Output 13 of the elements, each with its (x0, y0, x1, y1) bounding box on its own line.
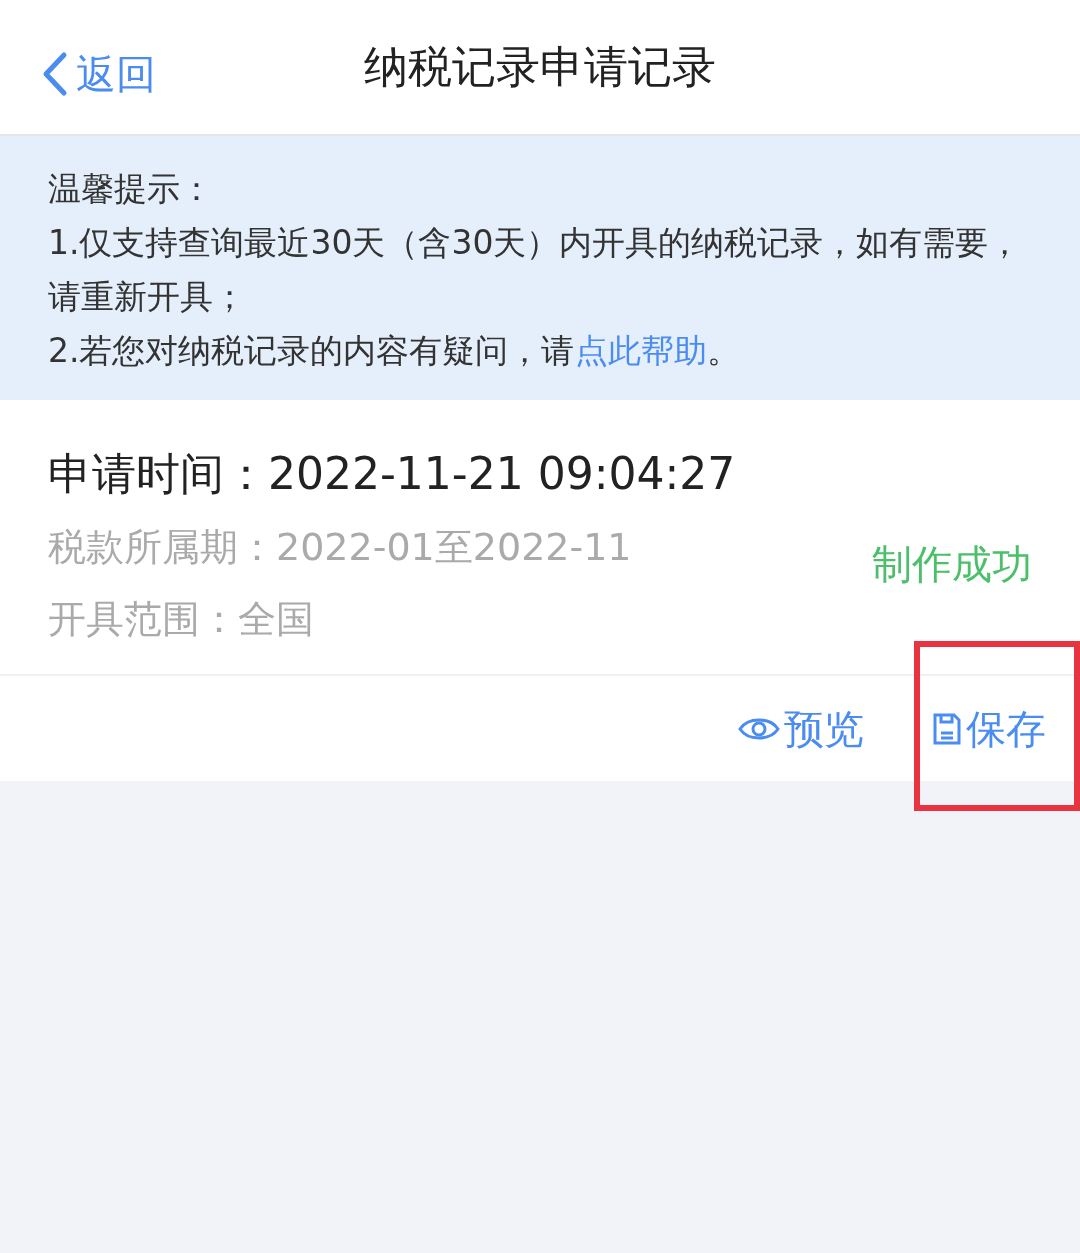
notice-text: 1.仅支持查询最近30天（含30天）内开具的纳税记录，如有需要，请重新开具； (48, 222, 1023, 318)
tax-period: 税款所属期：2022-01至2022-11 (48, 524, 633, 571)
page-title: 纳税记录申请记录 (364, 40, 716, 94)
issue-scope: 开具范围：全国 (48, 596, 315, 643)
save-button[interactable]: 保存 (932, 698, 1046, 759)
help-link[interactable]: 点此帮助 (574, 331, 707, 370)
notice-heading: 温馨提示： (48, 168, 214, 210)
request-time: 申请时间：2022-11-21 09:04:27 (48, 447, 736, 501)
notice-text: 2.若您对纳税记录的内容有疑问，请点此帮助。 (48, 330, 741, 372)
chevron-left-icon (42, 51, 68, 97)
status-text: 制作成功 (872, 540, 1032, 589)
back-button[interactable]: 返回 (42, 44, 156, 104)
preview-button[interactable]: 预览 (738, 698, 864, 759)
